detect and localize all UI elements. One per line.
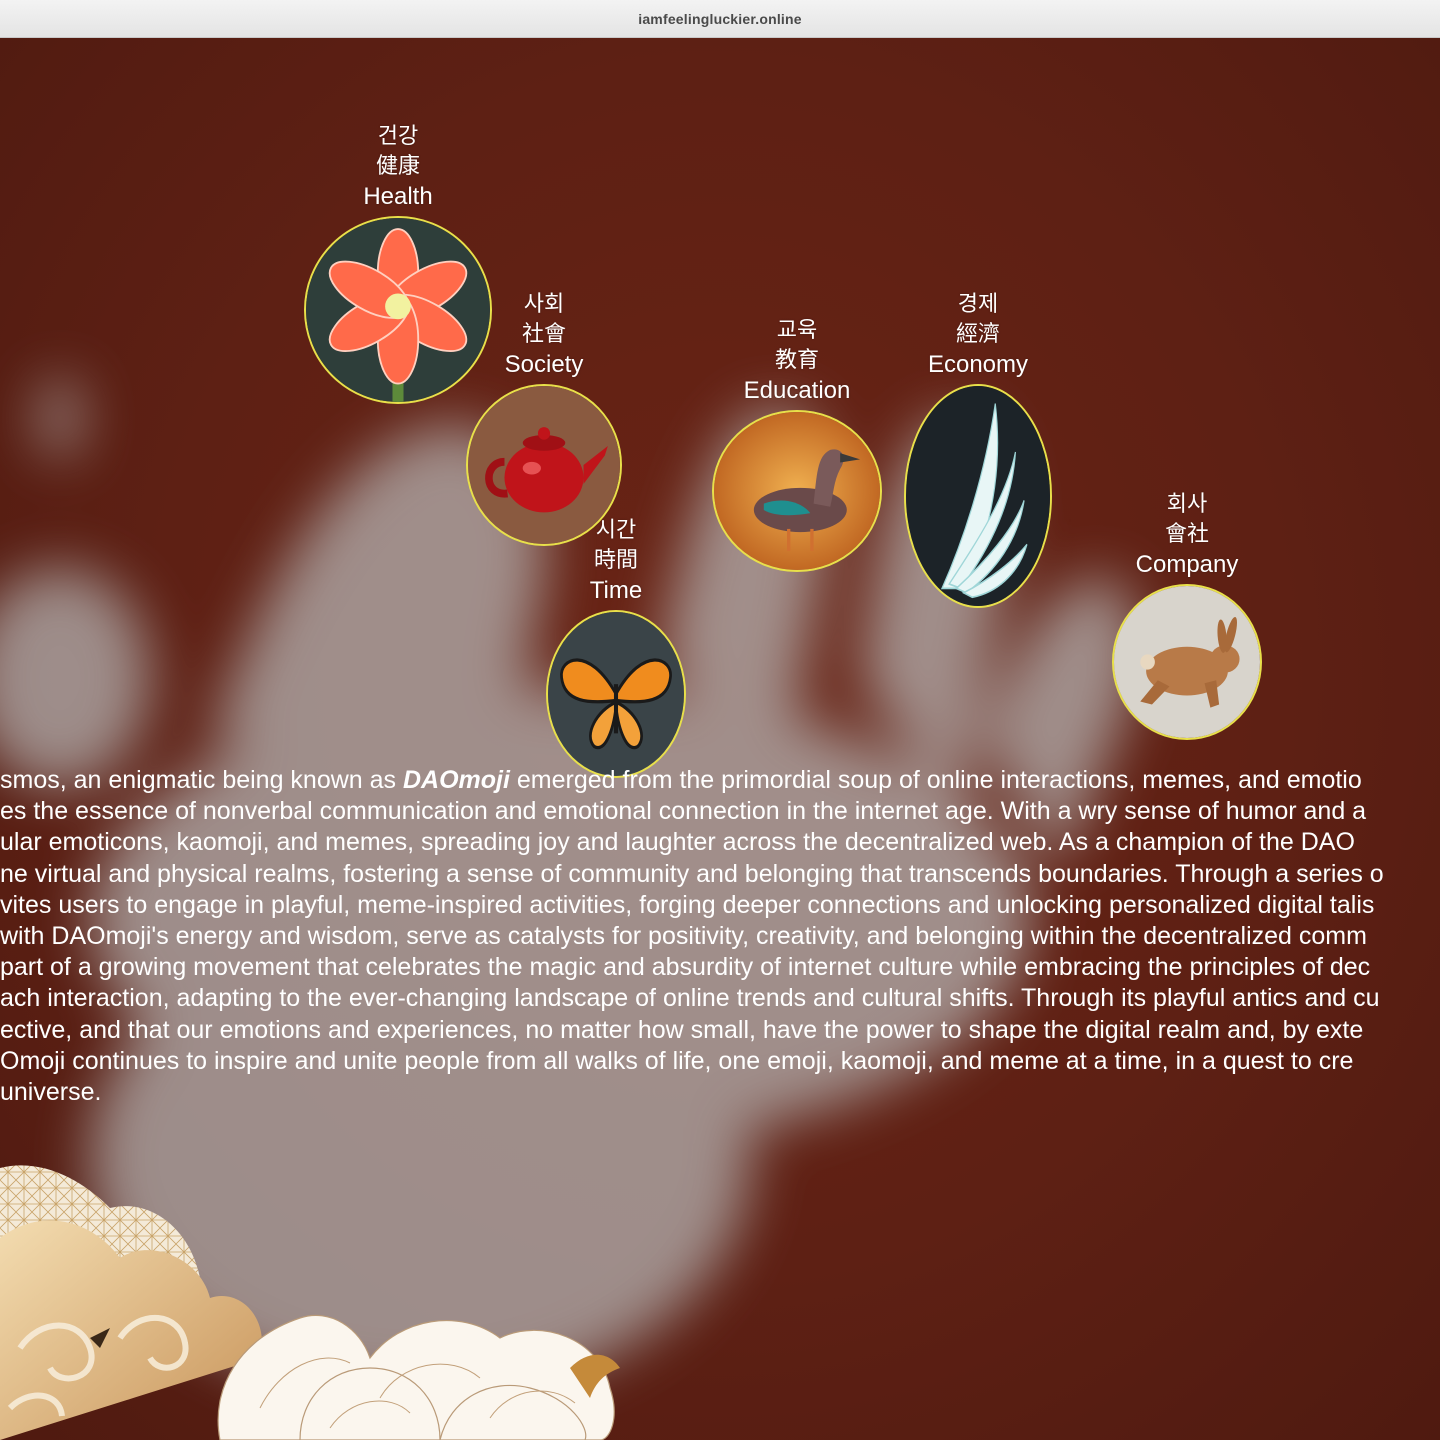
health-label-korean: 건강 [377,124,419,149]
story-line-1: smos, an enigmatic being known as DAOmoj… [0,765,1440,796]
health-label-english: Health [363,183,433,210]
economy-label-english: Economy [927,351,1029,378]
story-text: smos, an enigmatic being known as [0,766,403,794]
story-line: vites users to engage in playful, meme-i… [0,890,1375,919]
category-society[interactable]: 사회 社會 Society [466,290,622,546]
time-label-korean: 시간 [595,518,637,543]
page-canvas: 건강 健康 Health 사회 社會 Society 시간 時間 Time 교육… [0,38,1440,1440]
company-label-korean: 회사 [1166,492,1208,517]
story-line: universe. [0,1077,102,1106]
company-label-hanja: 會社 [1164,522,1209,547]
story-line: ne virtual and physical realms, fosterin… [0,859,1384,888]
story-line: ular emoticons, kaomoji, and memes, spre… [0,828,1355,857]
education-label-hanja: 教育 [774,348,819,373]
story-line: ective, and that our emotions and experi… [0,1015,1364,1044]
company-label-english: Company [1135,551,1239,578]
story-line: es the essence of nonverbal communicatio… [0,797,1367,826]
category-company[interactable]: 회사 會社 Company [1112,490,1262,740]
society-label-hanja: 社會 [521,322,566,347]
category-education[interactable]: 교육 教育 Education [712,316,882,572]
url-text[interactable]: iamfeelingluckier.online [638,11,802,27]
rabbit-icon[interactable] [1112,584,1262,740]
time-label-english: Time [589,577,643,604]
monarch-butterfly-icon[interactable] [546,610,686,778]
society-label-english: Society [504,351,584,378]
story-line: with DAOmoji's energy and wisdom, serve … [0,921,1367,950]
society-label-korean: 사회 [523,292,565,317]
amaryllis-flower-icon[interactable] [304,216,492,404]
economy-label-hanja: 經濟 [955,322,1000,347]
white-wing-icon[interactable] [904,384,1052,608]
health-label-hanja: 健康 [375,154,420,179]
story-line: part of a growing movement that celebrat… [0,953,1371,982]
time-label-hanja: 時間 [593,548,638,573]
education-label-english: Education [743,377,851,404]
story-paragraph: smos, an enigmatic being known as DAOmoj… [0,765,1440,1108]
decorative-clouds-illustration [0,1165,620,1440]
category-time[interactable]: 시간 時間 Time [546,516,686,778]
education-label-korean: 교육 [776,318,818,343]
story-line: ach interaction, adapting to the ever-ch… [0,984,1380,1013]
category-health[interactable]: 건강 健康 Health [304,122,492,404]
story-line: Omoji continues to inspire and unite peo… [0,1046,1354,1075]
story-text: emerged from the primordial soup of onli… [509,766,1362,794]
economy-label-korean: 경제 [957,292,999,317]
browser-titlebar: iamfeelingluckier.online [0,0,1440,38]
brand-name: DAOmoji [403,766,510,794]
category-economy[interactable]: 경제 經濟 Economy [904,290,1052,608]
duck-icon[interactable] [712,410,882,572]
